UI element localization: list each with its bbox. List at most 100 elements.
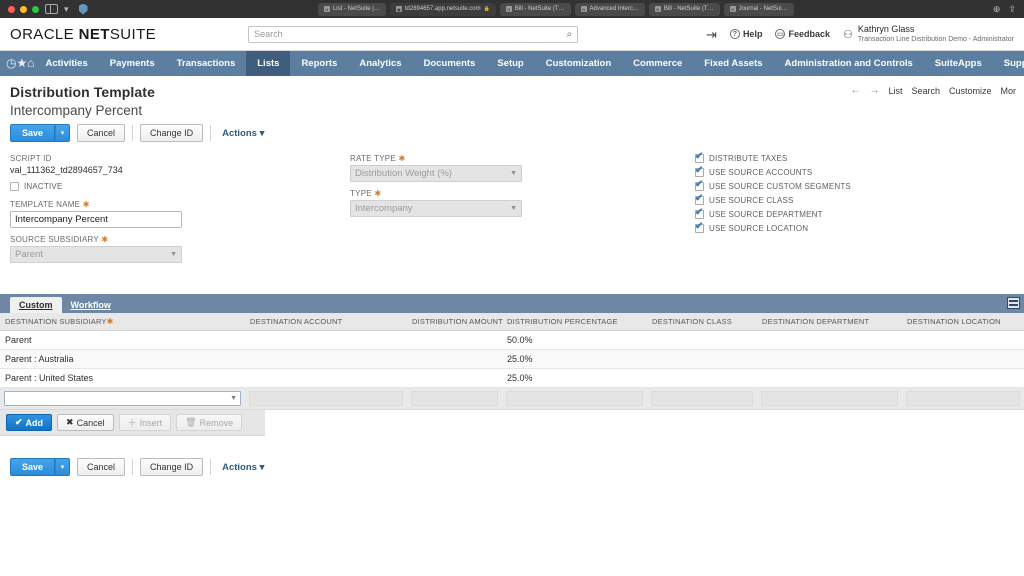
cell-distribution-amount[interactable]	[407, 331, 502, 350]
main-navigation[interactable]: ◷ ★ ⌂ Activities Payments Transactions L…	[0, 51, 1024, 76]
netsuite-logo[interactable]: ORACLE NETSUITE	[10, 26, 156, 43]
nav-item-fixed-assets[interactable]: Fixed Assets	[693, 51, 773, 76]
sublist-tab-workflow[interactable]: Workflow	[62, 297, 120, 313]
chevron-down-icon[interactable]: ▾	[64, 5, 69, 14]
shield-icon[interactable]	[79, 4, 88, 15]
actions-menu-button[interactable]: Actions ▾	[222, 128, 264, 139]
field-distribute-taxes[interactable]: DISTRIBUTE TAXES	[695, 154, 1014, 163]
sublist-tab-custom[interactable]: Custom	[10, 297, 62, 313]
next-record-icon[interactable]: →	[869, 85, 879, 96]
browser-actions[interactable]: ⊕ ⇪	[993, 5, 1016, 14]
table-row[interactable]: Parent : United States 25.0%	[0, 369, 1024, 388]
change-id-button-bottom[interactable]: Change ID	[140, 458, 203, 476]
nav-item-customization[interactable]: Customization	[535, 51, 622, 76]
nav-item-support[interactable]: Support	[993, 51, 1024, 76]
cell-destination-location[interactable]	[902, 350, 1024, 369]
cell-destination-account[interactable]	[245, 331, 407, 350]
use-source-class-checkbox[interactable]	[695, 196, 704, 205]
page-links[interactable]: ← → List Search Customize Mor	[850, 85, 1016, 96]
cell-destination-subsidiary[interactable]: Parent : Australia	[0, 350, 245, 369]
table-row[interactable]: Parent 50.0%	[0, 331, 1024, 350]
use-source-department-checkbox[interactable]	[695, 210, 704, 219]
cell-destination-department[interactable]	[757, 350, 902, 369]
help-button[interactable]: ? Help	[730, 29, 763, 39]
user-menu[interactable]: ⚇ Kathryn Glass Transaction Line Distrib…	[843, 24, 1014, 44]
use-source-location-checkbox[interactable]	[695, 224, 704, 233]
browser-tab[interactable]: N Bill - NetSuite (T…	[500, 3, 571, 16]
cell-destination-class[interactable]	[647, 331, 757, 350]
home-icon[interactable]: ⌂	[27, 51, 34, 76]
search-input[interactable]	[254, 29, 566, 39]
cell-destination-account[interactable]	[245, 369, 407, 388]
cell-destination-subsidiary[interactable]: Parent	[0, 331, 245, 350]
new-destination-subsidiary-select[interactable]: ▼	[4, 391, 241, 406]
change-id-button[interactable]: Change ID	[140, 124, 203, 142]
cancel-line-button[interactable]: ✖ Cancel	[57, 414, 114, 431]
nav-item-setup[interactable]: Setup	[486, 51, 534, 76]
cell-distribution-percentage[interactable]: 25.0%	[502, 369, 647, 388]
cell-distribution-percentage[interactable]: 25.0%	[502, 350, 647, 369]
column-destination-location[interactable]: DESTINATION LOCATION	[902, 313, 1024, 331]
cell-new-destination-subsidiary[interactable]: ▼	[0, 388, 245, 410]
field-inactive[interactable]: INACTIVE	[10, 182, 350, 191]
column-destination-account[interactable]: DESTINATION ACCOUNT	[245, 313, 407, 331]
browser-tab[interactable]: N Bill - NetSuite (T…	[649, 3, 720, 16]
window-controls[interactable]	[6, 6, 39, 13]
cell-destination-location[interactable]	[902, 331, 1024, 350]
distribute-taxes-checkbox[interactable]	[695, 154, 704, 163]
field-use-source-accounts[interactable]: USE SOURCE ACCOUNTS	[695, 168, 1014, 177]
recent-history-icon[interactable]: ◷	[6, 51, 16, 76]
column-destination-subsidiary[interactable]: DESTINATION SUBSIDIARY✱	[0, 313, 245, 331]
nav-item-analytics[interactable]: Analytics	[348, 51, 412, 76]
save-button-bottom[interactable]: Save	[10, 458, 55, 476]
sublist-tab-bar[interactable]: Custom Workflow	[0, 294, 1024, 313]
column-distribution-percentage[interactable]: DISTRIBUTION PERCENTAGE	[502, 313, 647, 331]
cell-distribution-amount[interactable]	[407, 369, 502, 388]
save-split-button[interactable]: Save ▾	[10, 124, 70, 142]
search-icon[interactable]: ⌕	[566, 29, 572, 40]
add-line-button[interactable]: ✔ Add	[6, 414, 52, 431]
nav-item-lists[interactable]: Lists	[246, 51, 290, 76]
cell-new-destination-department[interactable]	[757, 388, 902, 410]
cell-destination-subsidiary[interactable]: Parent : United States	[0, 369, 245, 388]
cell-destination-department[interactable]	[757, 331, 902, 350]
cell-new-distribution-amount[interactable]	[407, 388, 502, 410]
inactive-checkbox[interactable]	[10, 182, 19, 191]
browser-tab[interactable]: N List - NetSuite |…	[318, 3, 386, 16]
nav-item-activities[interactable]: Activities	[35, 51, 99, 76]
save-dropdown-caret-icon-bottom[interactable]: ▾	[55, 458, 70, 476]
cancel-button[interactable]: Cancel	[77, 124, 125, 142]
nav-item-documents[interactable]: Documents	[413, 51, 487, 76]
link-customize[interactable]: Customize	[949, 86, 992, 96]
cell-distribution-amount[interactable]	[407, 350, 502, 369]
template-name-input[interactable]	[10, 211, 182, 228]
rate-type-select[interactable]: Distribution Weight (%) ▼	[350, 165, 522, 182]
nav-item-commerce[interactable]: Commerce	[622, 51, 693, 76]
cell-destination-class[interactable]	[647, 350, 757, 369]
cell-destination-department[interactable]	[757, 369, 902, 388]
close-window-button[interactable]	[8, 6, 15, 13]
browser-tab-strip[interactable]: N List - NetSuite |… ▣ td2894657.app.net…	[318, 3, 794, 16]
source-subsidiary-select[interactable]: Parent ▼	[10, 246, 182, 263]
field-use-source-custom-segments[interactable]: USE SOURCE CUSTOM SEGMENTS	[695, 182, 1014, 191]
type-select[interactable]: Intercompany ▼	[350, 200, 522, 217]
column-destination-class[interactable]: DESTINATION CLASS	[647, 313, 757, 331]
cell-destination-location[interactable]	[902, 369, 1024, 388]
global-search[interactable]: ⌕	[248, 26, 578, 43]
use-source-custom-segments-checkbox[interactable]	[695, 182, 704, 191]
cell-new-destination-class[interactable]	[647, 388, 757, 410]
cell-destination-class[interactable]	[647, 369, 757, 388]
field-use-source-department[interactable]: USE SOURCE DEPARTMENT	[695, 210, 1014, 219]
minimize-window-button[interactable]	[20, 6, 27, 13]
save-dropdown-caret-icon[interactable]: ▾	[55, 124, 70, 142]
sidebar-toggle-icon[interactable]	[45, 4, 58, 14]
cell-distribution-percentage[interactable]: 50.0%	[502, 331, 647, 350]
column-distribution-amount[interactable]: DISTRIBUTION AMOUNT	[407, 313, 502, 331]
share-icon[interactable]: ⇪	[1008, 5, 1016, 14]
table-row[interactable]: Parent : Australia 25.0%	[0, 350, 1024, 369]
nav-item-transactions[interactable]: Transactions	[166, 51, 247, 76]
downloads-icon[interactable]: ⊕	[993, 5, 1001, 14]
previous-record-icon[interactable]: ←	[850, 85, 860, 96]
save-split-button-bottom[interactable]: Save ▾	[10, 458, 70, 476]
nav-item-reports[interactable]: Reports	[290, 51, 348, 76]
